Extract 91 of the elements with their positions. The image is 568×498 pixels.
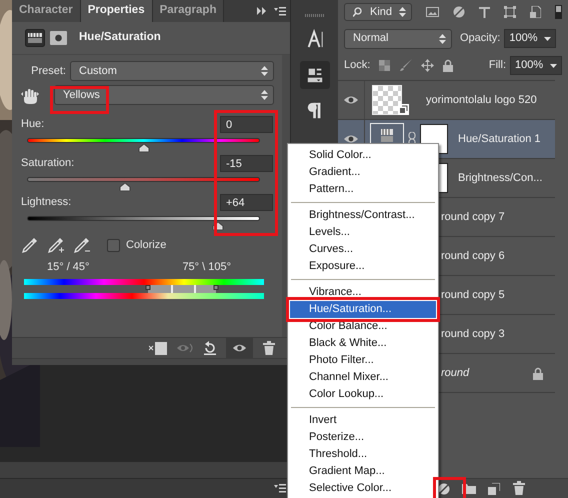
panel-tab[interactable]: Properties	[80, 0, 153, 22]
range-label: 15° / 45°	[47, 260, 90, 275]
range-handle[interactable]	[214, 284, 218, 290]
trash-icon[interactable]	[262, 340, 276, 356]
brush-icon[interactable]	[399, 59, 412, 72]
panel-menu-icon[interactable]	[274, 6, 286, 16]
layer-name: yorimontolalu logo 520	[426, 92, 537, 108]
adjustment-icon[interactable]	[25, 29, 45, 47]
layer-name: round copy 3	[441, 326, 505, 342]
slider-label: Hue:	[21, 117, 44, 132]
panel-menu-icon[interactable]	[274, 484, 286, 493]
fill-field[interactable]: 100%	[510, 56, 562, 75]
slider-track[interactable]	[27, 216, 260, 231]
adjustment-filter-icon[interactable]	[453, 6, 465, 18]
search-icon	[353, 7, 362, 17]
trash-icon[interactable]	[512, 481, 526, 496]
menu-item[interactable]: Selective Color...	[290, 480, 436, 497]
eye-icon	[232, 343, 247, 353]
slider-track[interactable]	[27, 177, 260, 192]
folder-icon[interactable]	[462, 483, 476, 494]
range-label: 75° \ 105°	[182, 260, 231, 275]
hand-icon[interactable]	[21, 86, 39, 104]
slider-label: Saturation:	[21, 156, 74, 172]
range-handle[interactable]	[194, 284, 196, 292]
highlight-frame	[50, 86, 109, 114]
preset-dropdown[interactable]: Custom	[70, 61, 274, 81]
resize-grip[interactable]	[12, 358, 290, 365]
adjustment-icon	[381, 129, 393, 142]
eyedropper-icon[interactable]	[21, 237, 38, 254]
value-field[interactable]: +64	[220, 194, 273, 211]
slider-label: Lightness:	[21, 195, 72, 210]
panel-tab[interactable]: Paragraph	[152, 0, 224, 22]
reset-icon[interactable]	[203, 341, 217, 355]
caret-icon	[544, 36, 552, 40]
lock-transparency-icon[interactable]	[379, 60, 390, 71]
slider-track[interactable]	[27, 138, 260, 153]
highlight-frame	[433, 477, 466, 498]
layer-name: Hue/Saturation 1	[458, 132, 541, 147]
menu-item[interactable]: Posterize...	[290, 429, 436, 446]
eyedropper-add-icon[interactable]	[47, 237, 64, 254]
lock-label: Lock:	[344, 58, 370, 74]
colorize-label: Colorize	[126, 238, 166, 254]
menu-item[interactable]: Invert	[290, 412, 436, 429]
image-filter-icon[interactable]	[426, 7, 439, 17]
updown-caret-icon	[399, 7, 406, 17]
blend-mode-dropdown[interactable]: Normal	[344, 28, 452, 48]
layer-row[interactable]: yorimontolalu logo 520	[338, 81, 555, 120]
new-layer-icon[interactable]	[488, 482, 500, 494]
grip-icon	[304, 14, 324, 17]
opacity-label: Opacity:	[460, 31, 500, 46]
adjustment-layer-icon[interactable]	[438, 482, 450, 494]
layer-name: round copy 7	[441, 210, 505, 225]
channel-dropdown[interactable]: Yellows	[54, 85, 274, 105]
layer-name: round copy 5	[441, 288, 505, 303]
range-handle[interactable]	[146, 284, 151, 290]
visibility-eye-icon[interactable]	[343, 134, 359, 144]
visibility-toggle[interactable]	[226, 338, 253, 358]
menu-item[interactable]: Gradient Map...	[290, 463, 436, 480]
lock-icon[interactable]	[443, 59, 454, 72]
smart-object-badge-icon	[398, 104, 409, 115]
panel-title: Hue/Saturation	[79, 30, 161, 46]
filter-toggle-icon[interactable]	[555, 5, 562, 19]
opacity-field[interactable]: 100%	[504, 29, 556, 48]
panel-tab[interactable]: Character	[12, 0, 81, 22]
value-field[interactable]: 0	[220, 116, 273, 133]
visibility-eye-icon[interactable]	[343, 95, 359, 105]
smart-object-filter-icon[interactable]	[530, 6, 541, 18]
value-field[interactable]: -15	[220, 155, 273, 172]
clip-to-layer-icon[interactable]	[149, 342, 167, 354]
panel-button[interactable]	[300, 61, 330, 89]
menu-item[interactable]: Threshold...	[290, 446, 436, 463]
menu-item[interactable]: Hue/Saturation...	[290, 301, 436, 318]
range-handle[interactable]	[170, 284, 173, 292]
move-icon[interactable]	[421, 59, 434, 72]
updown-caret-icon	[261, 90, 268, 100]
filter-dropdown[interactable]: Kind	[344, 3, 412, 21]
fill-label: Fill:	[488, 58, 506, 74]
colorize-checkbox[interactable]	[107, 239, 120, 252]
layer-name: round copy 6	[441, 248, 505, 264]
shape-filter-icon[interactable]	[504, 6, 516, 18]
collapse-icon[interactable]	[257, 7, 266, 15]
mask-icon[interactable]	[50, 31, 67, 45]
caret-icon	[550, 64, 557, 68]
layer-name: round	[441, 366, 470, 381]
eyedropper-subtract-icon[interactable]	[73, 237, 90, 254]
character-panel-icon	[306, 28, 324, 50]
updown-caret-icon	[261, 66, 268, 76]
preset-label: Preset:	[30, 64, 66, 79]
updown-caret-icon	[439, 34, 446, 44]
type-filter-icon[interactable]	[479, 6, 490, 18]
layer-name: Brightness/Con...	[458, 170, 542, 186]
